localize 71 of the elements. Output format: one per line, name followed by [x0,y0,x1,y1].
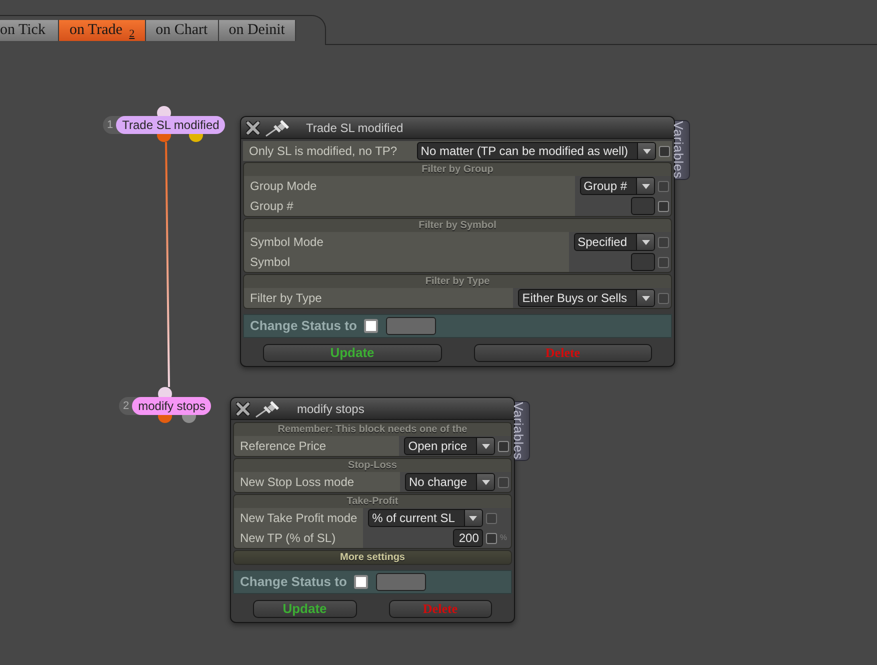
field-label: Symbol Mode [244,232,569,252]
input-port-icon[interactable] [157,106,172,116]
window-title: modify stops [297,400,364,418]
caret-icon [642,184,650,188]
dropdown[interactable]: No matter (TP can be modified as well) [416,142,656,160]
update-button[interactable]: Update [253,600,356,618]
section-header[interactable]: Stop-Loss [234,459,511,472]
checkbox[interactable] [658,200,669,212]
field-label: Group Mode [244,176,575,196]
checkbox[interactable] [498,440,509,452]
input-port-icon[interactable] [158,387,172,397]
pushpin-icon[interactable] [255,400,280,418]
section-header[interactable]: Take-Profit [234,495,511,508]
update-button[interactable]: Update [263,344,442,362]
status-field[interactable] [376,573,426,591]
dropdown[interactable]: Group # [580,177,655,195]
status-checkbox[interactable] [354,575,368,589]
status-label: Change Status to [250,317,357,336]
caret-icon [642,240,650,244]
window-title: Trade SL modified [306,120,404,136]
field-label: Group # [244,196,575,216]
tab[interactable]: on Deinit [218,20,296,41]
node-label: Trade SL modified [116,116,226,134]
output-port-icon[interactable] [157,134,172,142]
close-icon[interactable] [236,402,250,416]
field-label: Filter by Type [244,288,514,308]
checkbox[interactable] [486,532,497,544]
node-badge[interactable]: 2 modify stops [119,397,212,415]
field-label: Only SL is modified, no TP? [243,141,412,161]
output-port-icon[interactable] [158,415,172,423]
caret-icon [482,480,490,484]
dropdown[interactable]: Either Buys or Sells [518,289,655,307]
field-label: New Stop Loss mode [234,472,400,492]
node-number: 1 [106,118,114,133]
caret-icon [469,516,478,520]
caret-icon [482,444,490,448]
section-header[interactable]: More settings [234,551,511,564]
checkbox[interactable] [659,146,670,156]
node-badge[interactable]: 1 Trade SL modified [103,116,226,134]
status-checkbox[interactable] [364,319,378,333]
section-header[interactable]: Filter by Symbol [244,219,671,232]
section-header[interactable]: Filter by Type [244,275,671,288]
dropdown[interactable]: % of current SL [368,509,483,527]
unit-label: % [500,533,508,543]
output-port-icon[interactable] [189,134,204,142]
dropdown[interactable]: Specified [574,233,655,251]
input-field[interactable] [631,253,655,271]
pushpin-icon[interactable] [265,118,290,136]
field-label: New TP (% of SL) [234,528,364,548]
node-number: 2 [122,399,130,414]
close-icon[interactable] [246,120,260,134]
node-label: modify stops [132,397,212,415]
tab[interactable]: on Trade $_{2}$ [59,20,146,41]
side-tab[interactable]: Variables [675,120,690,180]
input-field[interactable] [631,197,655,215]
section-header[interactable]: Remember: This block needs one of the [234,423,511,436]
field-label: Reference Price [234,436,400,456]
output-port-icon[interactable] [182,415,196,423]
caret-icon [642,296,650,300]
tab[interactable]: on Tick [0,20,60,41]
dropdown[interactable]: Open price [404,437,495,455]
dropdown[interactable]: No change [404,473,495,491]
tab[interactable]: on Chart [146,20,219,41]
number-field[interactable]: 200 [452,529,483,547]
field-label: Symbol [244,252,569,272]
field-label: New Take Profit mode [234,508,364,528]
status-label: Change Status to [240,573,347,592]
side-tab[interactable]: Variables [515,401,530,461]
section-header[interactable]: Filter by Group [244,163,671,176]
status-field[interactable] [386,317,436,335]
caret-icon [642,148,650,154]
